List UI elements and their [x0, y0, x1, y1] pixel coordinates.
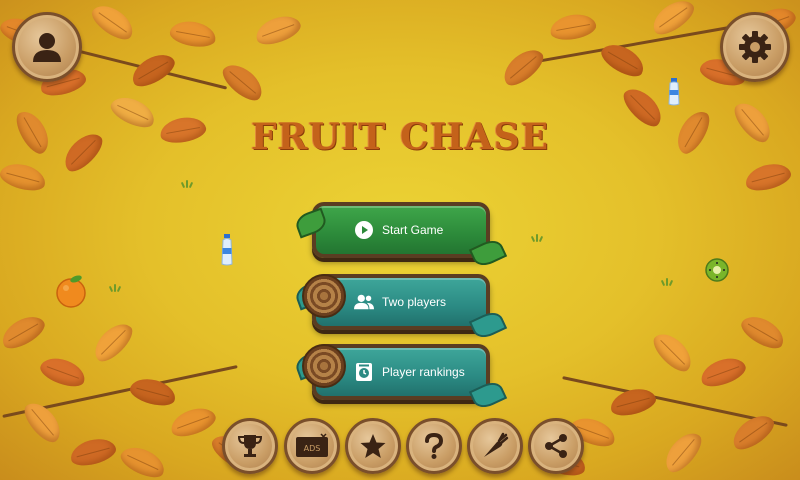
game-title: FRUIT CHASE: [250, 116, 550, 158]
water-bottle-icon: [221, 234, 233, 266]
start-game-label: Start Game: [382, 223, 444, 237]
player-rankings-button[interactable]: Player rankings: [293, 344, 508, 412]
two-players-icon: [354, 292, 374, 312]
start-game-button[interactable]: Start Game: [293, 202, 508, 270]
leaf-decoration: [468, 236, 508, 270]
grass-tuft: [108, 284, 122, 293]
leaf-decoration: [468, 308, 508, 342]
trophy-icon: [237, 435, 263, 457]
grass-tuft: [180, 180, 194, 189]
two-players-label: Two players: [382, 295, 447, 309]
favorites-button[interactable]: [345, 418, 401, 474]
profile-button[interactable]: [12, 12, 82, 82]
question-icon: [425, 432, 444, 459]
orange-fruit-icon: [56, 275, 86, 308]
grass-tuft: [660, 278, 674, 287]
remove-ads-button[interactable]: ADS: [284, 418, 340, 474]
kiwi-fruit-icon: [705, 258, 729, 282]
leaf-decoration: [468, 378, 508, 412]
water-bottle-icon: [668, 78, 680, 106]
carrot-button[interactable]: [467, 418, 523, 474]
help-button[interactable]: [406, 418, 462, 474]
gear-icon: [739, 31, 771, 63]
wood-spiral-ornament: [302, 274, 346, 318]
achievements-button[interactable]: [222, 418, 278, 474]
wood-spiral-ornament: [302, 344, 346, 388]
grass-tuft: [530, 234, 544, 243]
game-screen: FRUIT CHASE Start Game Two players Playe…: [0, 0, 800, 480]
leaf-decoration: [293, 207, 329, 239]
no-ads-icon: ADS: [296, 433, 328, 457]
star-icon: [360, 434, 386, 458]
rankings-icon: [354, 362, 374, 382]
svg-text:ADS: ADS: [304, 444, 321, 453]
play-icon: [354, 220, 374, 240]
player-rankings-label: Player rankings: [382, 365, 465, 379]
carrot-icon: [484, 432, 509, 457]
share-button[interactable]: [528, 418, 584, 474]
settings-button[interactable]: [720, 12, 790, 82]
person-icon: [33, 33, 61, 62]
share-icon: [545, 434, 567, 458]
two-players-button[interactable]: Two players: [293, 274, 508, 342]
